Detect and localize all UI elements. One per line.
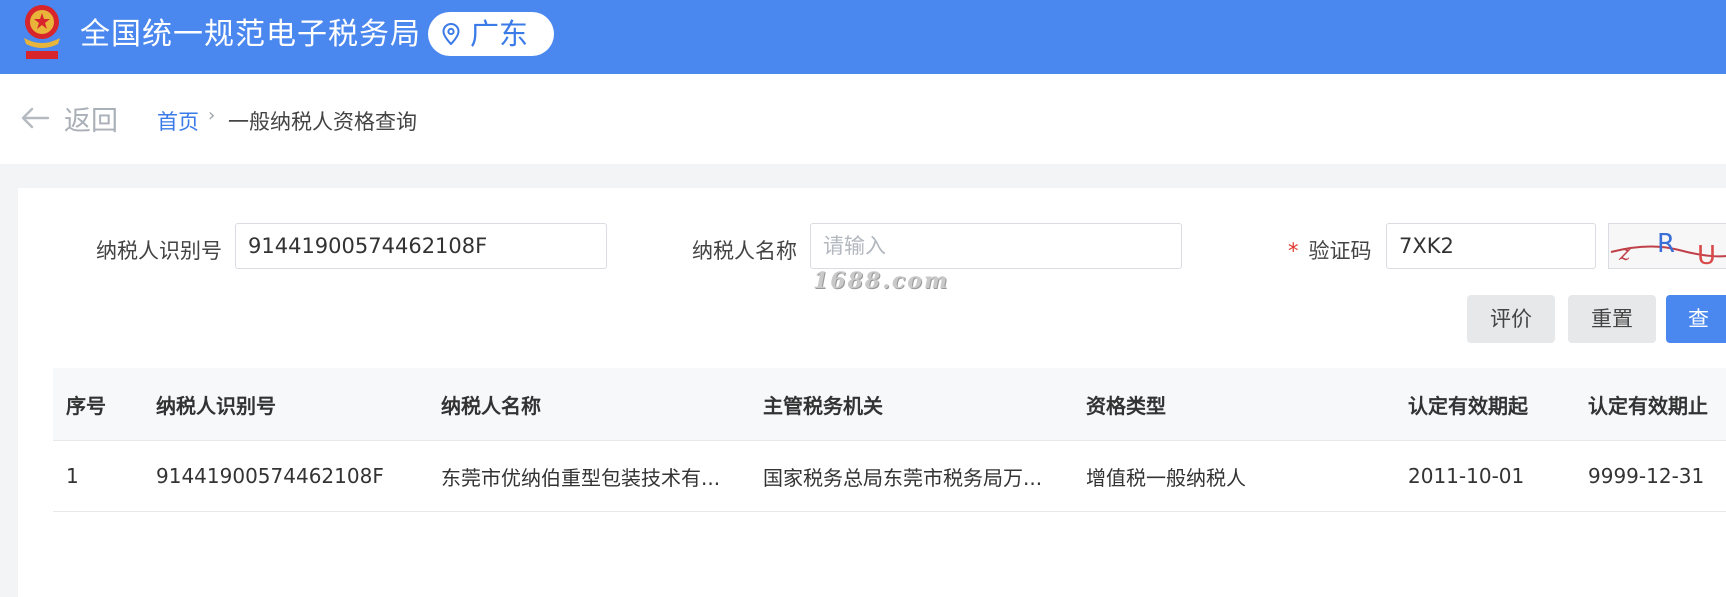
table-cell: 9999-12-31 (1588, 464, 1705, 488)
table-cell: 2011-10-01 (1408, 464, 1525, 488)
column-header: 纳税人名称 (441, 393, 541, 418)
back-button[interactable]: 返回 (20, 100, 118, 137)
location-pin-icon (442, 23, 460, 45)
rate-button[interactable]: 评价 (1467, 295, 1555, 343)
national-emblem-icon (24, 5, 60, 59)
table-cell: 东莞市优纳伯重型包装技术有... (441, 465, 721, 490)
captcha-image[interactable]: z R U (1608, 223, 1726, 269)
top-header-bar: 全国统一规范电子税务局 广东 (0, 0, 1726, 74)
taxpayer-name-input[interactable]: 请输入 (810, 223, 1182, 269)
captcha-char-1: z (1618, 241, 1631, 266)
navigation-bar: 返回 首页 › 一般纳税人资格查询 (0, 74, 1726, 164)
column-header: 认定有效期起 (1408, 393, 1528, 418)
breadcrumb-current: 一般纳税人资格查询 (228, 110, 417, 134)
captcha-char-3: U (1697, 241, 1716, 269)
region-label: 广东 (470, 16, 529, 51)
site-title: 全国统一规范电子税务局 (80, 17, 421, 52)
breadcrumb-home-link[interactable]: 首页 (157, 106, 199, 136)
breadcrumb-separator: › (208, 105, 216, 126)
captcha-noise-graphic: z R U (1610, 229, 1726, 269)
query-panel: 纳税人识别号 91441900574462108F 纳税人名称 请输入 * 验证码… (18, 188, 1726, 597)
column-header: 序号 (66, 393, 106, 418)
taxpayer-id-label: 纳税人识别号 (96, 239, 222, 263)
table-cell: 1 (66, 464, 79, 488)
query-button[interactable]: 查询 (1666, 295, 1726, 343)
results-table: 序号 纳税人识别号 纳税人名称 主管税务机关 资格类型 认定有效期起 认定有效期… (53, 368, 1726, 512)
captcha-label-text: 验证码 (1308, 239, 1372, 263)
watermark: 1688.com (813, 268, 950, 294)
column-header: 认定有效期止 (1588, 393, 1708, 418)
column-header: 主管税务机关 (763, 393, 883, 418)
captcha-char-2: R (1657, 229, 1675, 259)
column-header: 纳税人识别号 (156, 393, 276, 418)
table-cell: 国家税务总局东莞市税务局万... (763, 465, 1043, 490)
table-row[interactable]: 1 91441900574462108F 东莞市优纳伯重型包装技术有... 国家… (53, 441, 1726, 512)
captcha-input[interactable]: 7XK2 (1386, 223, 1596, 269)
table-header: 序号 纳税人识别号 纳税人名称 主管税务机关 资格类型 认定有效期起 认定有效期… (53, 368, 1726, 441)
region-selector[interactable]: 广东 (428, 12, 554, 56)
table-cell: 增值税一般纳税人 (1086, 465, 1246, 490)
reset-button[interactable]: 重置 (1568, 295, 1656, 343)
required-mark: * (1288, 239, 1299, 263)
taxpayer-id-input[interactable]: 91441900574462108F (235, 223, 607, 269)
back-label: 返回 (64, 105, 118, 137)
column-header: 资格类型 (1086, 393, 1166, 418)
arrow-left-icon (21, 107, 50, 129)
table-cell: 91441900574462108F (156, 464, 384, 488)
captcha-label: * 验证码 (1288, 235, 1372, 265)
taxpayer-name-label: 纳税人名称 (692, 239, 797, 263)
